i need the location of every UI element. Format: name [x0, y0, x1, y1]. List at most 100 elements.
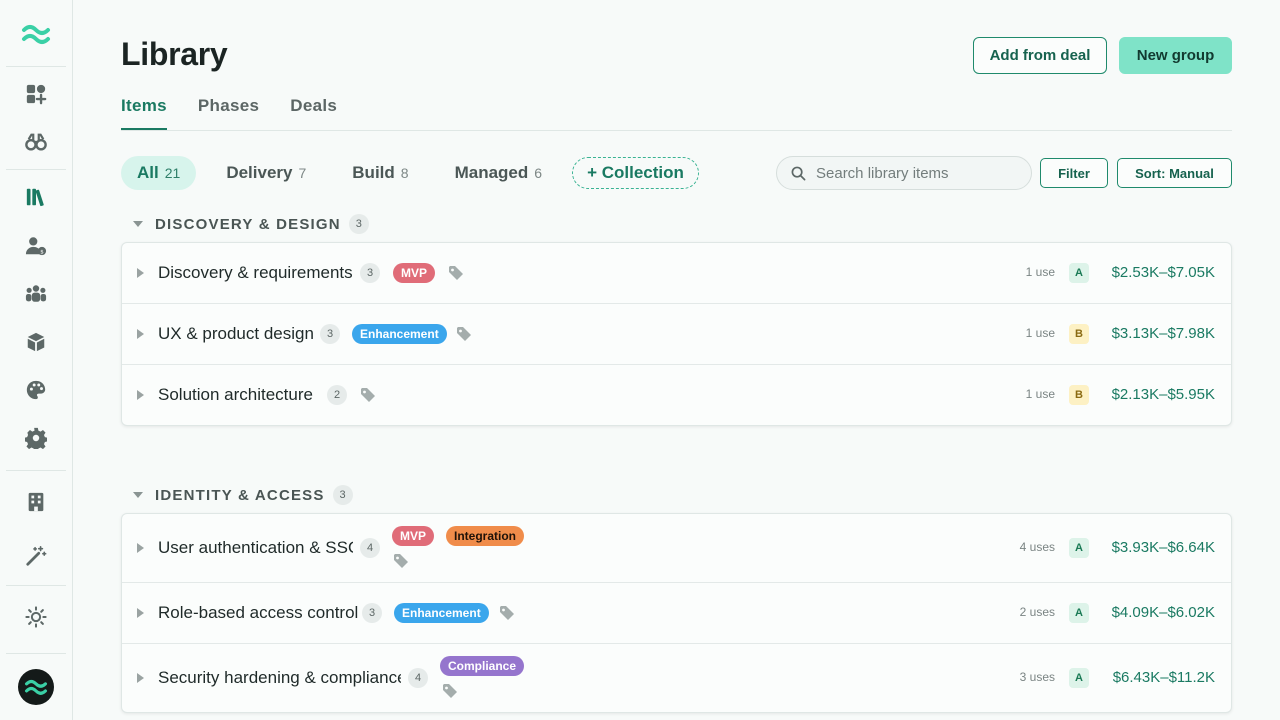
- pill-label: Delivery: [226, 163, 293, 182]
- filter-pill-build[interactable]: Build 8: [336, 156, 424, 190]
- group-header-discovery-design[interactable]: DISCOVERY & DESIGN 3: [133, 214, 369, 234]
- grade-badge: A: [1069, 263, 1089, 283]
- group-title: DISCOVERY & DESIGN: [155, 215, 341, 233]
- item-uses: 1 use: [1025, 387, 1055, 401]
- collapse-caret-icon[interactable]: [133, 221, 143, 227]
- tag-integration: Integration: [446, 526, 524, 546]
- expand-caret-icon[interactable]: [137, 329, 144, 339]
- add-tag-icon[interactable]: [442, 683, 458, 699]
- group-title: IDENTITY & ACCESS: [155, 486, 325, 504]
- item-price-range: $6.43K–$11.2K: [1112, 669, 1215, 686]
- group-header-identity-access[interactable]: IDENTITY & ACCESS 3: [133, 485, 353, 505]
- item-uses: 3 uses: [1019, 670, 1055, 684]
- pill-label: Managed: [454, 163, 529, 182]
- library-books-icon[interactable]: [24, 185, 48, 209]
- expand-caret-icon[interactable]: [137, 543, 144, 553]
- tab-items[interactable]: Items: [121, 96, 167, 130]
- search-icon: [791, 166, 806, 180]
- pill-count: 6: [534, 165, 543, 181]
- item-name: User authentication & SSO: [158, 538, 353, 557]
- filter-pill-all[interactable]: All 21: [121, 156, 197, 190]
- library-item-row[interactable]: Discovery & requirements 3 MVP 1 use A $…: [122, 243, 1231, 304]
- library-item-row[interactable]: Solution architecture 2 1 use B $2.13K–$…: [122, 365, 1231, 425]
- tab-bar: Items Phases Deals: [121, 96, 368, 131]
- package-box-icon[interactable]: [24, 330, 48, 354]
- filter-button[interactable]: Filter: [1040, 158, 1108, 188]
- filter-pill-managed[interactable]: Managed 6: [439, 156, 558, 190]
- sidebar-divider: [6, 653, 66, 654]
- item-name: UX & product design: [158, 324, 314, 343]
- group-count-badge: 3: [332, 485, 353, 505]
- item-count-badge: 3: [320, 324, 340, 344]
- grade-badge: A: [1069, 603, 1089, 623]
- tab-phases[interactable]: Phases: [198, 96, 259, 130]
- group-count-badge: 3: [348, 214, 369, 234]
- item-count-badge: 4: [408, 668, 428, 688]
- expand-caret-icon[interactable]: [137, 673, 144, 683]
- building-icon[interactable]: [24, 490, 48, 514]
- item-price-range: $3.93K–$6.64K: [1111, 539, 1215, 556]
- expand-caret-icon[interactable]: [137, 608, 144, 618]
- library-item-row[interactable]: Security hardening & compliance 4 Compli…: [122, 644, 1231, 712]
- library-item-row[interactable]: User authentication & SSO 4 MVP Integrat…: [122, 514, 1231, 583]
- sidebar-divider: [6, 585, 66, 586]
- pill-label: Build: [352, 163, 395, 182]
- item-uses: 2 uses: [1019, 605, 1055, 619]
- group-card-identity-access: User authentication & SSO 4 MVP Integrat…: [121, 513, 1232, 713]
- pill-count: 21: [164, 165, 181, 181]
- tag-enhancement: Enhancement: [394, 603, 489, 623]
- library-item-row[interactable]: UX & product design 3 Enhancement 1 use …: [122, 304, 1231, 365]
- user-billing-icon[interactable]: $: [24, 234, 48, 258]
- add-tag-icon[interactable]: [448, 265, 464, 281]
- add-tag-icon[interactable]: [360, 387, 376, 403]
- binoculars-icon[interactable]: [24, 130, 48, 154]
- grade-badge: A: [1069, 668, 1089, 688]
- item-count-badge: 2: [327, 385, 347, 405]
- add-tag-icon[interactable]: [499, 605, 515, 621]
- item-price-range: $4.09K–$6.02K: [1111, 604, 1215, 621]
- item-count-badge: 3: [362, 603, 382, 623]
- expand-caret-icon[interactable]: [137, 390, 144, 400]
- grade-badge: A: [1069, 538, 1089, 558]
- tab-deals[interactable]: Deals: [290, 96, 337, 130]
- item-uses: 1 use: [1025, 265, 1055, 279]
- tag-enhancement: Enhancement: [352, 324, 447, 344]
- pill-count: 7: [298, 165, 307, 181]
- new-group-button[interactable]: New group: [1119, 37, 1232, 74]
- item-name: Discovery & requirements: [158, 263, 353, 282]
- item-count-badge: 4: [360, 538, 380, 558]
- item-price-range: $3.13K–$7.98K: [1111, 325, 1215, 342]
- item-name: Solution architecture: [158, 385, 313, 404]
- grade-badge: B: [1069, 324, 1089, 344]
- user-avatar[interactable]: [18, 669, 54, 705]
- sidebar-divider: [6, 169, 66, 170]
- team-icon[interactable]: [24, 282, 48, 306]
- sort-button[interactable]: Sort: Manual: [1117, 158, 1232, 188]
- library-item-row[interactable]: Role-based access control 3 Enhancement …: [122, 583, 1231, 644]
- add-collection-button[interactable]: + Collection: [572, 157, 699, 189]
- add-tag-icon[interactable]: [393, 553, 409, 569]
- pill-count: 8: [400, 165, 409, 181]
- tabs-divider: [121, 130, 1232, 131]
- filter-pill-delivery[interactable]: Delivery 7: [210, 156, 322, 190]
- group-card-discovery-design: Discovery & requirements 3 MVP 1 use A $…: [121, 242, 1232, 426]
- dashboard-add-icon[interactable]: [24, 82, 48, 106]
- settings-gear-icon[interactable]: [24, 426, 48, 450]
- wave-logo-icon[interactable]: [20, 20, 52, 48]
- palette-icon[interactable]: [24, 378, 48, 402]
- expand-caret-icon[interactable]: [137, 268, 144, 278]
- pill-label: All: [137, 163, 159, 182]
- collapse-caret-icon[interactable]: [133, 492, 143, 498]
- search-box[interactable]: [776, 156, 1032, 190]
- sidebar: $: [0, 0, 73, 720]
- magic-wand-icon[interactable]: [24, 544, 48, 568]
- grade-badge: B: [1069, 385, 1089, 405]
- search-input[interactable]: [816, 164, 1016, 182]
- sun-theme-icon[interactable]: [24, 605, 48, 629]
- tag-compliance: Compliance: [440, 656, 525, 676]
- svg-text:$: $: [40, 249, 44, 255]
- item-price-range: $2.13K–$5.95K: [1111, 386, 1215, 403]
- add-tag-icon[interactable]: [456, 326, 472, 342]
- add-from-deal-button[interactable]: Add from deal: [973, 37, 1107, 74]
- tag-mvp: MVP: [393, 263, 436, 283]
